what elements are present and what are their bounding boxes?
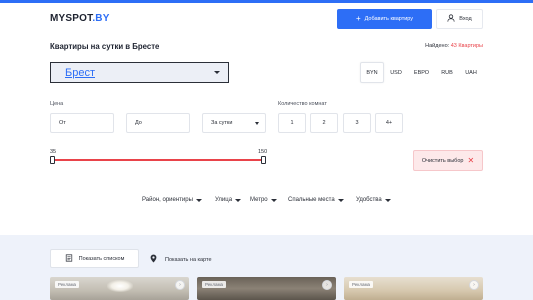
price-from-input[interactable]: От bbox=[50, 113, 114, 133]
chevron-down-icon bbox=[214, 71, 220, 74]
favorite-icon[interactable]: › bbox=[469, 280, 479, 290]
clear-filters-label: Очистить выбор bbox=[421, 157, 464, 164]
filter-district-label: Район, ориентиры bbox=[142, 197, 193, 203]
rooms-option-2[interactable]: 2 bbox=[310, 113, 338, 133]
chevron-down-icon bbox=[337, 198, 344, 202]
filter-beds-label: Спальные места bbox=[288, 197, 335, 203]
list-icon bbox=[65, 253, 73, 264]
favorite-icon[interactable]: › bbox=[175, 280, 185, 290]
results-count: Найдено: 43 Квартиры bbox=[425, 43, 483, 49]
rooms-option-4plus[interactable]: 4+ bbox=[375, 113, 403, 133]
filter-amenities[interactable]: Удобства bbox=[356, 197, 391, 203]
ad-badge: Реклама bbox=[349, 281, 374, 288]
chevron-down-icon bbox=[270, 198, 277, 202]
top-accent-bar bbox=[0, 0, 533, 3]
plus-icon: + bbox=[355, 14, 361, 23]
login-button[interactable]: Вход bbox=[436, 9, 483, 29]
city-select[interactable]: Брест bbox=[50, 62, 229, 83]
add-apartment-label: Добавить квартиру bbox=[364, 16, 414, 22]
price-period-select[interactable]: За сутки bbox=[202, 113, 266, 133]
show-map-label: Показать на карте bbox=[165, 256, 212, 263]
currency-usd[interactable]: USD bbox=[385, 62, 407, 83]
listing-card[interactable]: Реклама › bbox=[344, 277, 483, 300]
price-slider-track[interactable] bbox=[52, 159, 265, 161]
listing-photo bbox=[107, 280, 133, 292]
page-title: Квартиры на сутки в Бресте bbox=[50, 42, 160, 51]
logo-main-text: MYSPOT bbox=[50, 13, 93, 24]
close-icon: ✕ bbox=[467, 155, 475, 165]
currency-rub[interactable]: RUB bbox=[436, 62, 458, 83]
logo-suffix-text: .BY bbox=[92, 13, 110, 24]
filter-amenities-label: Удобства bbox=[356, 197, 382, 203]
login-label: Вход bbox=[459, 16, 472, 22]
ad-badge: Реклама bbox=[202, 281, 227, 288]
clear-filters-button[interactable]: Очистить выбор ✕ bbox=[413, 150, 483, 171]
user-icon bbox=[447, 14, 455, 24]
price-slider-min-handle[interactable] bbox=[50, 156, 55, 164]
ad-badge: Реклама bbox=[55, 281, 80, 288]
price-slider-max: 150 bbox=[258, 149, 268, 155]
rooms-option-3[interactable]: 3 bbox=[343, 113, 371, 133]
filter-beds[interactable]: Спальные места bbox=[288, 197, 344, 203]
currency-uah[interactable]: UAH bbox=[460, 62, 482, 83]
price-slider-max-handle[interactable] bbox=[261, 156, 266, 164]
filter-street-label: Улица bbox=[215, 197, 233, 203]
chevron-down-icon bbox=[255, 122, 259, 125]
add-apartment-button[interactable]: + Добавить квартиру bbox=[337, 9, 432, 29]
map-pin-icon bbox=[150, 254, 157, 265]
chevron-down-icon bbox=[195, 198, 202, 202]
price-period-value: За сутки bbox=[211, 120, 233, 126]
listing-card[interactable]: Реклама › bbox=[197, 277, 336, 300]
show-list-label: Показать списком bbox=[78, 255, 125, 262]
filter-metro-label: Метро bbox=[250, 197, 268, 203]
price-label: Цена bbox=[50, 101, 64, 107]
favorite-icon[interactable]: › bbox=[322, 280, 332, 290]
chevron-down-icon bbox=[235, 198, 242, 202]
found-count: 43 Квартиры bbox=[450, 43, 483, 49]
city-select-value: Брест bbox=[65, 66, 95, 79]
chevron-down-icon bbox=[384, 198, 391, 202]
filter-district[interactable]: Район, ориентиры bbox=[142, 197, 202, 203]
show-map-button[interactable]: Показать на карте bbox=[150, 254, 212, 265]
currency-byn[interactable]: BYN bbox=[360, 62, 384, 83]
site-logo[interactable]: MYSPOT.BY bbox=[50, 13, 110, 24]
filter-metro[interactable]: Метро bbox=[250, 197, 277, 203]
listing-card[interactable]: Реклама › bbox=[50, 277, 189, 300]
show-list-button[interactable]: Показать списком bbox=[50, 249, 139, 268]
rooms-option-1[interactable]: 1 bbox=[278, 113, 306, 133]
rooms-label: Количество комнат bbox=[278, 101, 327, 107]
price-to-input[interactable]: До bbox=[126, 113, 190, 133]
price-slider-min: 35 bbox=[50, 149, 57, 155]
found-label: Найдено: bbox=[425, 43, 450, 49]
filter-street[interactable]: Улица bbox=[215, 197, 242, 203]
currency-eur[interactable]: ЕВРО bbox=[409, 62, 434, 83]
